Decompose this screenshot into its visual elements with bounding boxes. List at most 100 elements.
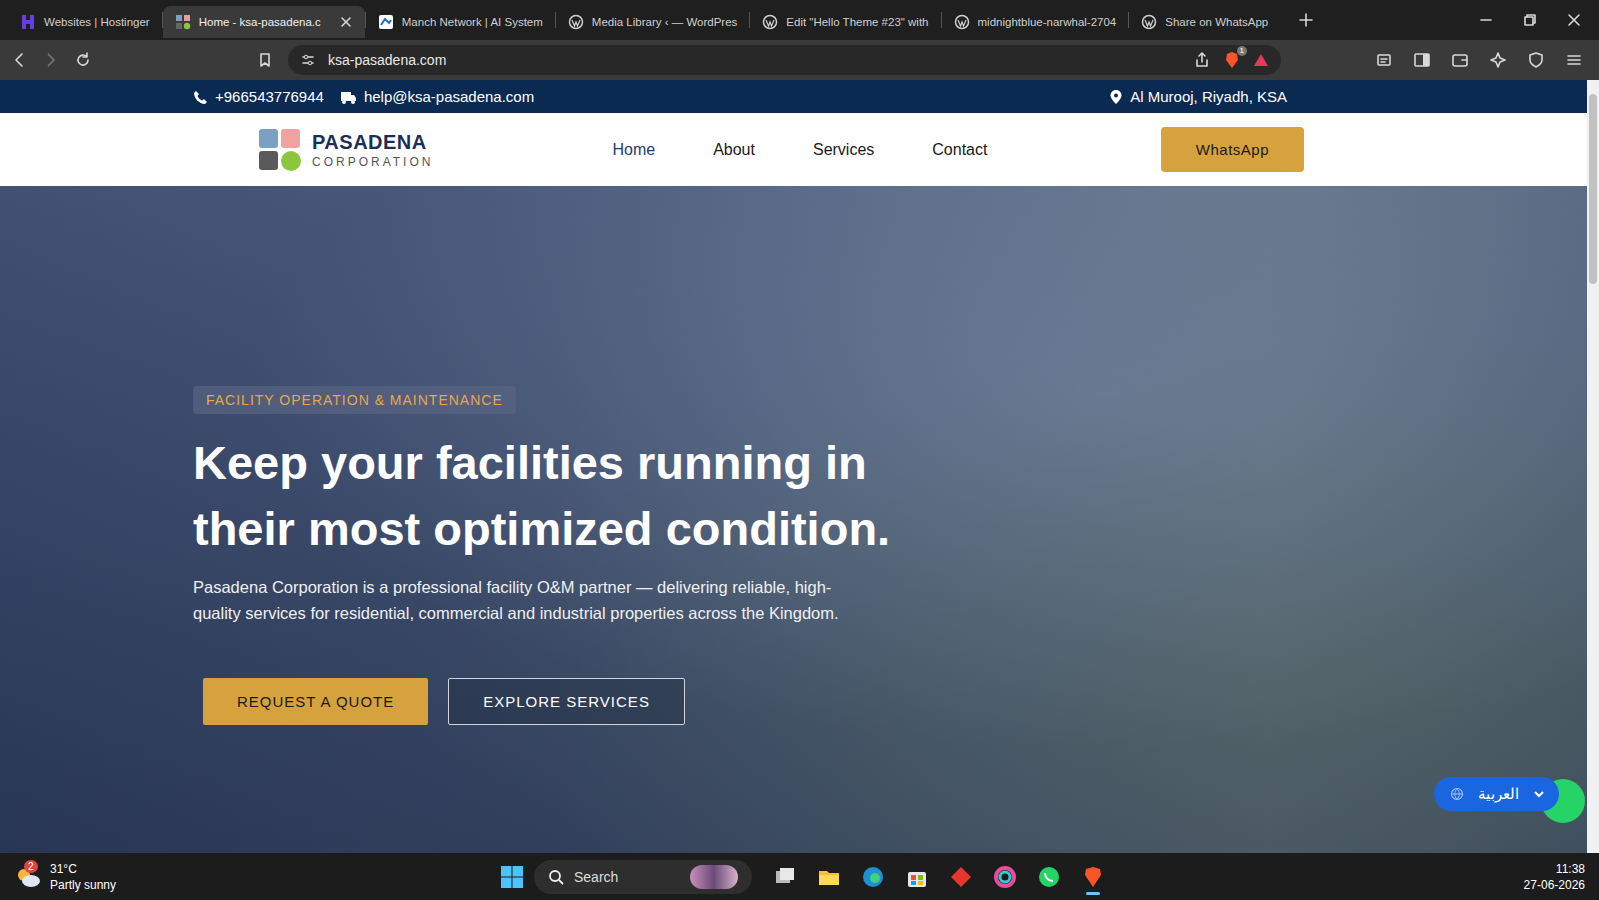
browser-tab[interactable]: Manch Network | AI System	[366, 6, 555, 38]
new-tab-icon[interactable]	[1298, 12, 1314, 28]
forward-icon[interactable]	[42, 51, 60, 69]
search-highlight-image	[690, 865, 738, 889]
search-icon	[548, 869, 564, 885]
site-logo[interactable]: PASADENACORPORATION	[258, 128, 433, 172]
store-app-icon[interactable]	[905, 865, 929, 889]
tab-favicon-icon	[20, 14, 36, 30]
share-icon[interactable]	[1193, 51, 1211, 69]
tab-separator	[555, 12, 556, 28]
tab-separator	[365, 12, 366, 28]
nav-link[interactable]: Home	[583, 135, 684, 165]
tab-label: Media Library ‹ — WordPres	[592, 16, 738, 28]
tab-separator	[749, 12, 750, 28]
taskbar-app[interactable]	[944, 857, 978, 897]
toolbar-right	[1375, 51, 1589, 69]
browser-tab[interactable]: Websites | Hostinger	[8, 6, 162, 38]
taskbar-app[interactable]	[1032, 857, 1066, 897]
restore-icon[interactable]	[1523, 13, 1537, 27]
whatsapp-button[interactable]: WhatsApp	[1161, 127, 1304, 172]
browser-tab[interactable]: Share on WhatsApp	[1129, 6, 1280, 38]
taskview-app-icon[interactable]	[773, 865, 797, 889]
explorer-app-icon[interactable]	[817, 865, 841, 889]
tab-label: Edit "Hello Theme #23" with	[786, 16, 928, 28]
nav-link[interactable]: About	[684, 135, 784, 165]
window-controls	[1479, 13, 1599, 27]
language-label[interactable]: العربية	[1478, 785, 1519, 803]
close-window-icon[interactable]	[1567, 13, 1581, 27]
hero-badge: FACILITY OPERATION & MAINTENANCE	[193, 386, 516, 414]
clock-date: 27-06-2026	[1524, 877, 1585, 893]
sidebar-icon[interactable]	[1413, 51, 1431, 69]
page-scrollbar[interactable]	[1587, 80, 1599, 853]
bookmark-icon[interactable]	[256, 51, 274, 69]
edge-app-icon[interactable]	[861, 865, 885, 889]
site-info-icon[interactable]	[300, 52, 316, 68]
tab-label: midnightblue-narwhal-2704	[978, 16, 1117, 28]
weather-condition: Partly sunny	[50, 877, 116, 893]
email-address[interactable]: help@ksa-pasadena.com	[364, 88, 534, 105]
request-quote-button[interactable]: REQUEST A QUOTE	[203, 678, 428, 725]
windows-start-icon[interactable]	[500, 865, 524, 889]
browser-tab[interactable]: Media Library ‹ — WordPres	[556, 6, 750, 38]
brave-shields[interactable]: 1	[1223, 51, 1241, 69]
mail-truck-icon	[340, 89, 357, 105]
location-text: Al Murooj, Riyadh, KSA	[1130, 88, 1287, 105]
tab-label: Manch Network | AI System	[402, 16, 543, 28]
taskbar-app[interactable]	[1076, 857, 1110, 897]
address-text[interactable]: ksa-pasadena.com	[328, 52, 1181, 68]
browser-tab[interactable]: Edit "Hello Theme #23" with	[750, 6, 940, 38]
taskbar-app[interactable]	[988, 857, 1022, 897]
vpn-icon[interactable]	[1527, 51, 1545, 69]
wallet-icon[interactable]	[1451, 51, 1469, 69]
whatsapp-app-icon[interactable]	[1037, 865, 1061, 889]
clock[interactable]: 11:3827-06-2026	[1524, 861, 1585, 893]
address-bar[interactable]: ksa-pasadena.com 1	[288, 45, 1281, 75]
hero-buttons: REQUEST A QUOTE EXPLORE SERVICES	[203, 678, 893, 725]
nav-link[interactable]: Services	[784, 135, 903, 165]
reader-icon[interactable]	[1375, 51, 1393, 69]
weather-widget[interactable]: 2 31°CPartly sunny	[14, 861, 116, 893]
tab-favicon-icon	[175, 14, 191, 30]
leo-icon[interactable]	[1489, 51, 1507, 69]
taskbar-app[interactable]	[768, 857, 802, 897]
taskbar-app[interactable]	[812, 857, 846, 897]
brave-rewards-icon[interactable]	[1253, 52, 1269, 68]
email-contact[interactable]: help@ksa-pasadena.com	[340, 88, 534, 105]
browser-tab[interactable]: Home - ksa-pasadena.c	[163, 6, 365, 38]
phone-icon	[192, 89, 208, 105]
red-app-icon[interactable]	[949, 865, 973, 889]
nav-link[interactable]: Contact	[903, 135, 1016, 165]
tab-favicon-icon	[378, 14, 394, 30]
scrollbar-thumb[interactable]	[1589, 94, 1597, 284]
globe-icon	[1450, 787, 1464, 801]
back-icon[interactable]	[10, 51, 28, 69]
minimize-icon[interactable]	[1479, 13, 1493, 27]
tab-label: Websites | Hostinger	[44, 16, 150, 28]
brave-app-icon[interactable]	[1081, 865, 1105, 889]
chevron-down-icon	[1533, 788, 1545, 800]
tab-favicon-icon	[762, 14, 778, 30]
tab-close-icon[interactable]	[339, 15, 353, 29]
phone-number[interactable]: +966543776944	[215, 88, 324, 105]
language-switcher[interactable]: العربية	[1434, 777, 1559, 811]
tab-favicon-icon	[954, 14, 970, 30]
site-topbar: +966543776944 help@ksa-pasadena.com Al Mur…	[0, 80, 1587, 113]
explore-services-button[interactable]: EXPLORE SERVICES	[448, 678, 685, 725]
menu-icon[interactable]	[1565, 51, 1583, 69]
phone-contact[interactable]: +966543776944	[192, 88, 324, 105]
taskbar-app[interactable]	[900, 857, 934, 897]
weather: 2	[14, 865, 42, 889]
hero-text: Pasadena Corporation is a professional f…	[193, 574, 863, 626]
taskbar-app[interactable]	[856, 857, 890, 897]
tab-separator	[1128, 12, 1129, 28]
tab-label: Home - ksa-pasadena.c	[199, 16, 321, 28]
search-label[interactable]: Search	[574, 869, 618, 885]
taskbar-search[interactable]: Search	[534, 860, 752, 894]
tab-favicon-icon	[568, 14, 584, 30]
tab-strip: Websites | Hostinger Home - ksa-pasadena.…	[0, 0, 1599, 40]
reload-icon[interactable]	[74, 51, 92, 69]
weather-text: 31°CPartly sunny	[50, 861, 116, 893]
browser-tab[interactable]: midnightblue-narwhal-2704	[942, 6, 1129, 38]
photos-app-icon[interactable]	[993, 865, 1017, 889]
browser-toolbar: ksa-pasadena.com 1	[0, 40, 1599, 80]
